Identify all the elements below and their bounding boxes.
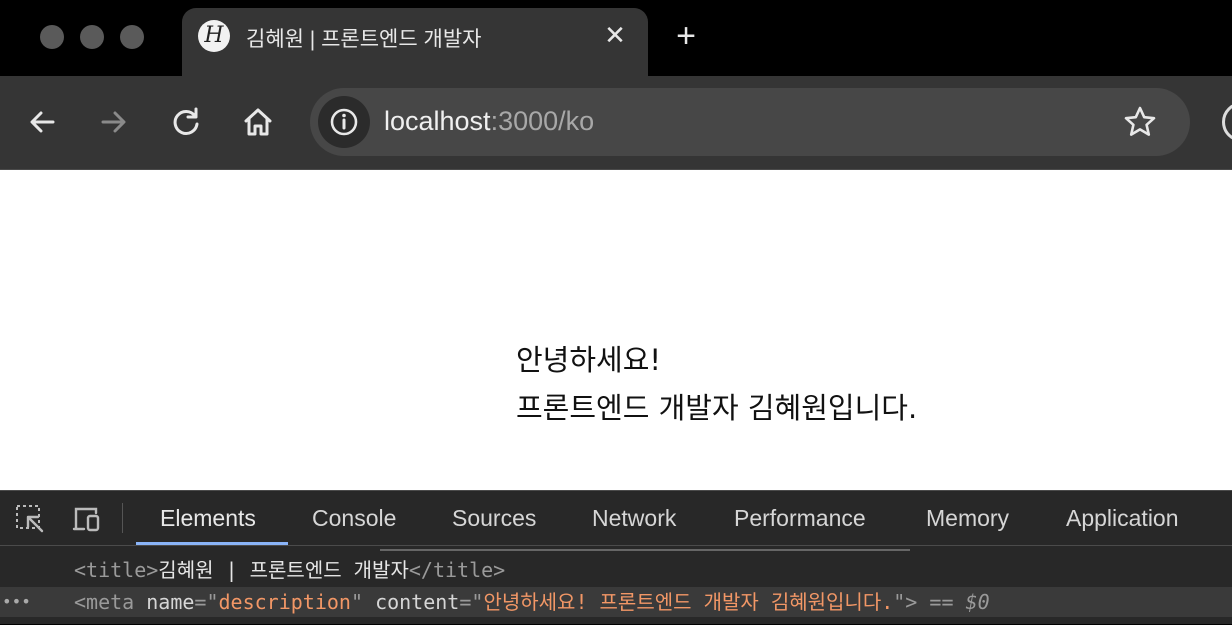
favicon-icon: H [198, 20, 230, 52]
url-path: :3000/ko [490, 106, 595, 136]
meta-eq2: =" [459, 590, 484, 614]
url-host: localhost [384, 106, 491, 136]
eq-sign: == [917, 590, 966, 614]
title-close-tag: </title> [408, 558, 506, 582]
bookmark-star-icon[interactable] [1120, 102, 1160, 142]
inspect-element-icon[interactable] [14, 503, 46, 535]
dom-node-title[interactable]: <title>김혜원 | 프론트엔드 개발자</title> [0, 549, 1232, 585]
meta-eq1: =" [194, 590, 219, 614]
meta-open: <meta [74, 590, 147, 614]
tab-network[interactable]: Network [592, 505, 676, 532]
meta-content-value: 안녕하세요! 프론트엔드 개발자 김혜원입니다. [483, 590, 894, 614]
meta-content-attr: content [375, 590, 460, 614]
title-open-tag: <title> [74, 558, 159, 582]
tab-memory[interactable]: Memory [926, 505, 1009, 532]
home-icon[interactable] [238, 102, 278, 142]
title-text: 김혜원 | 프론트엔드 개발자 [158, 558, 409, 582]
scrolled-line-remnant [380, 549, 910, 553]
page-viewport: 안녕하세요! 프론트엔드 개발자 김혜원입니다. [0, 170, 1232, 490]
url-text[interactable]: localhost:3000/ko [384, 106, 594, 137]
devtools-tab-bar: Elements Console Sources Network Perform… [0, 491, 1232, 546]
back-arrow-icon[interactable] [22, 102, 62, 142]
meta-name-value: description [218, 590, 351, 614]
maximize-window-button[interactable] [120, 25, 144, 49]
site-info-icon[interactable] [318, 96, 370, 148]
tab-sources[interactable]: Sources [452, 505, 536, 532]
elements-tree: <title>김혜원 | 프론트엔드 개발자</title> ••• <meta… [0, 547, 1232, 625]
browser-toolbar: localhost:3000/ko [0, 76, 1232, 170]
title-bar: H 김혜원 | 프론트엔드 개발자 ✕ + [0, 0, 1232, 76]
reload-icon[interactable] [166, 102, 206, 142]
tab-title: 김혜원 | 프론트엔드 개발자 [246, 28, 482, 51]
dom-node-meta-selected[interactable]: ••• <meta name="description" content="안녕… [0, 587, 1232, 617]
console-ref: $0 [965, 590, 990, 614]
intro-text: 안녕하세요! 프론트엔드 개발자 김혜원입니다. [516, 336, 917, 432]
profile-icon[interactable] [1222, 102, 1232, 142]
tab-elements[interactable]: Elements [160, 505, 256, 532]
address-bar[interactable]: localhost:3000/ko [310, 88, 1190, 156]
tab-performance[interactable]: Performance [734, 505, 866, 532]
tab-application[interactable]: Application [1066, 505, 1179, 532]
active-tab-indicator [136, 542, 288, 545]
meta-close: "> [893, 590, 918, 614]
minimize-window-button[interactable] [80, 25, 104, 49]
tab-console[interactable]: Console [312, 505, 396, 532]
devtools-panel: Elements Console Sources Network Perform… [0, 490, 1232, 624]
tab-close-icon[interactable]: ✕ [600, 20, 630, 50]
meta-quote1: " [350, 590, 376, 614]
meta-name-attr: name [146, 590, 195, 614]
new-tab-button[interactable]: + [670, 18, 702, 54]
devtools-divider [122, 503, 123, 533]
greeting-line: 안녕하세요! [516, 343, 662, 377]
browser-tab[interactable]: H 김혜원 | 프론트엔드 개발자 ✕ [182, 8, 648, 76]
forward-arrow-icon[interactable] [94, 102, 134, 142]
device-toolbar-icon[interactable] [70, 503, 102, 535]
node-actions-icon[interactable]: ••• [0, 587, 60, 617]
intro-line: 프론트엔드 개발자 김혜원입니다. [516, 391, 918, 425]
close-window-button[interactable] [40, 25, 64, 49]
